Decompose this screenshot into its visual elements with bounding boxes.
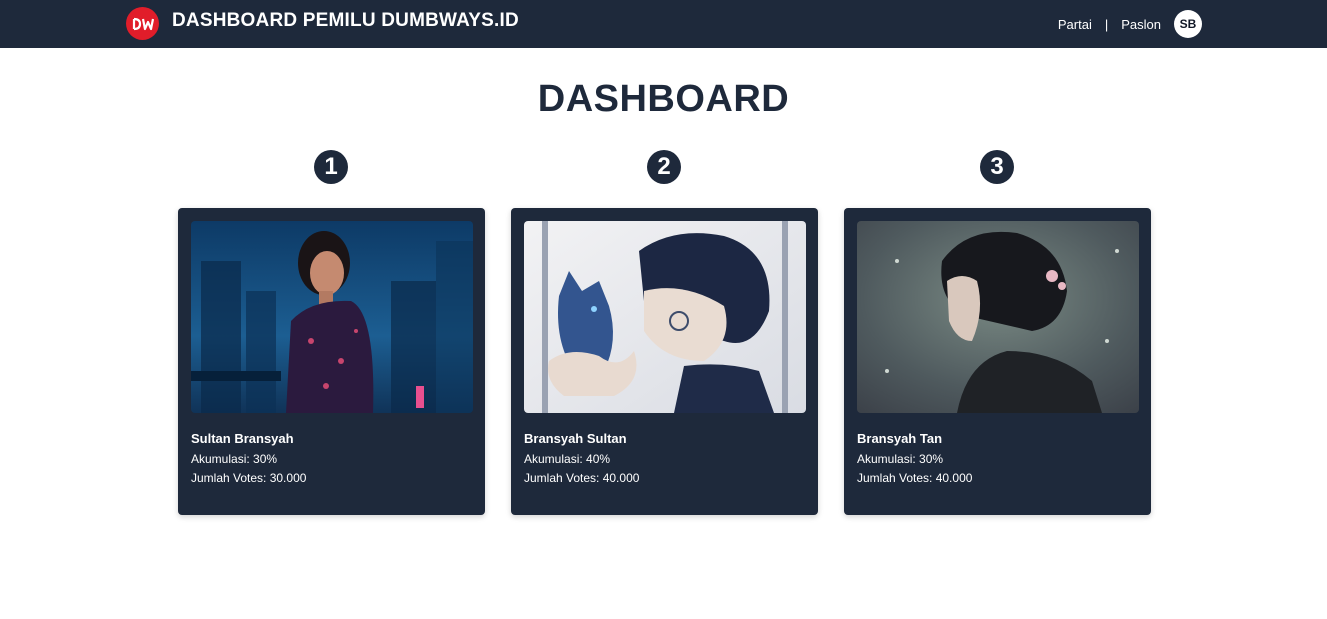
rank-badge-2: 2 bbox=[647, 150, 681, 184]
candidate-name: Bransyah Tan bbox=[857, 431, 943, 446]
candidate-photo-2 bbox=[524, 221, 806, 413]
page-title: DASHBOARD bbox=[537, 78, 790, 120]
candidate-akumulasi: Akumulasi: 30% bbox=[191, 452, 278, 466]
candidate-card-2[interactable]: Bransyah Sultan Akumulasi: 40% Jumlah Vo… bbox=[511, 208, 818, 515]
rank-badge-3: 3 bbox=[980, 150, 1014, 184]
candidate-votes: Jumlah Votes: 40.000 bbox=[524, 471, 640, 485]
nav-menu: Partai | Paslon SB bbox=[1058, 10, 1202, 38]
candidate-akumulasi: Akumulasi: 40% bbox=[524, 452, 611, 466]
candidate-name: Bransyah Sultan bbox=[524, 431, 627, 446]
candidate-card-3[interactable]: Bransyah Tan Akumulasi: 30% Jumlah Votes… bbox=[844, 208, 1151, 515]
dumbways-logo[interactable] bbox=[126, 7, 159, 40]
candidate-name: Sultan Bransyah bbox=[191, 431, 294, 446]
candidate-card-1[interactable]: Sultan Bransyah Akumulasi: 30% Jumlah Vo… bbox=[178, 208, 485, 515]
candidate-photo-1 bbox=[191, 221, 473, 413]
candidate-votes: Jumlah Votes: 30.000 bbox=[191, 471, 307, 485]
candidate-photo-3 bbox=[857, 221, 1139, 413]
nav-separator: | bbox=[1104, 16, 1109, 32]
rank-badge-1: 1 bbox=[314, 150, 348, 184]
candidate-akumulasi: Akumulasi: 30% bbox=[857, 452, 944, 466]
navbar: DASHBOARD PEMILU DUMBWAYS.ID Partai | Pa… bbox=[0, 0, 1327, 48]
user-avatar[interactable]: SB bbox=[1174, 10, 1202, 38]
app-title: DASHBOARD PEMILU DUMBWAYS.ID bbox=[172, 10, 519, 31]
candidate-votes: Jumlah Votes: 40.000 bbox=[857, 471, 973, 485]
nav-link-partai[interactable]: Partai bbox=[1058, 17, 1092, 32]
nav-link-paslon[interactable]: Paslon bbox=[1121, 17, 1161, 32]
